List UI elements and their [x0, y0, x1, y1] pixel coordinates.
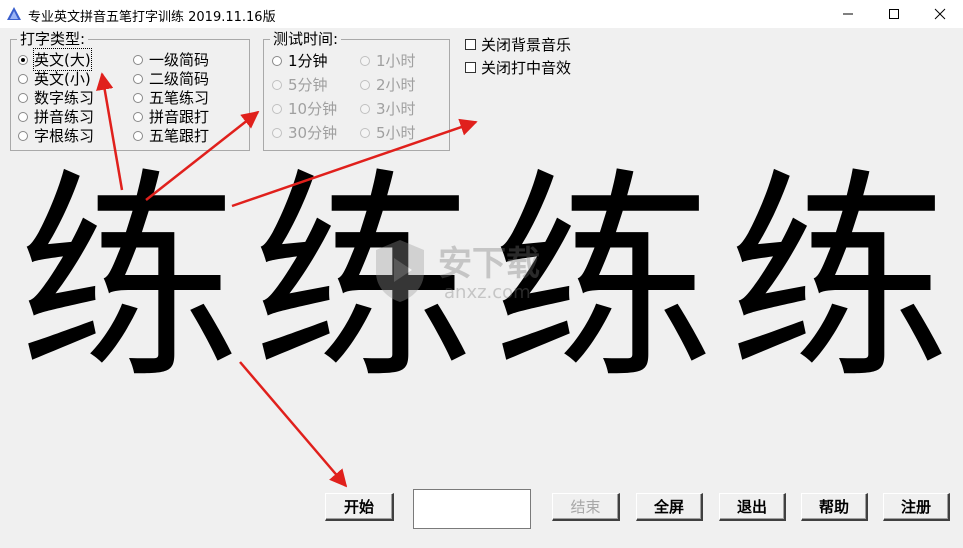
annotation-arrows: [96, 72, 478, 488]
annotation-arrow: [239, 361, 348, 488]
annotation-arrow: [145, 110, 260, 201]
annotation-arrow: [231, 118, 478, 208]
annotation-arrow: [96, 72, 124, 191]
